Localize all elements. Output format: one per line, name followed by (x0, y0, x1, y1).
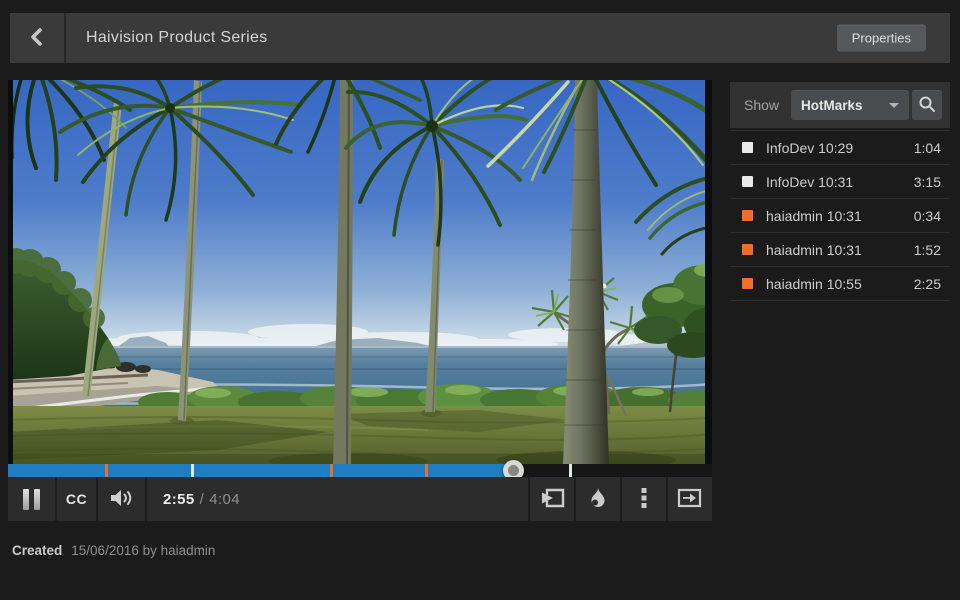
top-toolbar: Haivision Product Series Properties (10, 13, 950, 63)
show-label: Show (744, 97, 779, 113)
seek-hotmark-tick (425, 464, 428, 477)
created-value: 15/06/2016 by haiadmin (71, 543, 215, 558)
letterbox-right (705, 80, 712, 465)
search-icon (918, 95, 936, 116)
arrow-in-box-icon (677, 486, 703, 513)
volume-button[interactable] (98, 477, 147, 521)
seek-hotmark-tick (330, 464, 333, 477)
seek-bar[interactable] (8, 464, 712, 477)
more-options-button[interactable] (620, 477, 666, 521)
player-controls: CC 2:55 / 4:04 (8, 477, 712, 521)
hotmark-row[interactable]: haiadmin 10:55 2:25 (730, 267, 950, 301)
hotmark-label: InfoDev 10:29 (766, 140, 853, 156)
hotmarks-sidebar: Show HotMarks InfoDev 10:29 1:04 InfoDev… (730, 82, 950, 301)
back-button[interactable] (10, 13, 66, 63)
filter-dropdown[interactable]: HotMarks (791, 90, 909, 120)
hotmark-row[interactable]: haiadmin 10:31 0:34 (730, 199, 950, 233)
hotmark-time: 2:25 (914, 276, 941, 292)
send-to-icon (539, 486, 565, 513)
video-player: CC 2:55 / 4:04 (8, 80, 712, 521)
seek-hotmark-tick (191, 464, 194, 477)
hotmark-label: InfoDev 10:31 (766, 174, 853, 190)
cc-icon: CC (66, 491, 87, 507)
search-button[interactable] (912, 90, 942, 120)
seek-hotmark-tick (105, 464, 108, 477)
hotmark-marker-icon (742, 278, 753, 289)
share-button[interactable] (528, 477, 574, 521)
time-display: 2:55 / 4:04 (147, 477, 240, 521)
hotmark-list: InfoDev 10:29 1:04 InfoDev 10:31 3:15 ha… (730, 130, 950, 301)
hotmark-label: haiadmin 10:31 (766, 242, 862, 258)
total-duration: 4:04 (209, 491, 240, 508)
vertical-dots-icon (640, 486, 648, 513)
metadata-footer: Created 15/06/2016 by haiadmin (12, 543, 215, 558)
filter-panel: Show HotMarks (730, 82, 950, 128)
hotmark-row[interactable]: haiadmin 10:31 1:52 (730, 233, 950, 267)
pause-icon (23, 489, 40, 510)
time-separator: / (200, 491, 205, 508)
current-time: 2:55 (163, 491, 195, 508)
seek-progress (8, 464, 513, 477)
flame-icon (586, 486, 610, 513)
page-title: Haivision Product Series (86, 29, 268, 47)
hotmark-row[interactable]: InfoDev 10:29 1:04 (730, 131, 950, 165)
hotmark-row[interactable]: InfoDev 10:31 3:15 (730, 165, 950, 199)
closed-captions-button[interactable]: CC (57, 477, 98, 521)
hotmark-time: 3:15 (914, 174, 941, 190)
controls-spacer (240, 477, 528, 521)
hotmark-marker-icon (742, 176, 753, 187)
hotmark-label: haiadmin 10:31 (766, 208, 862, 224)
hotmark-time: 0:34 (914, 208, 941, 224)
seek-hotmark-tick (569, 464, 572, 477)
hotmark-time: 1:04 (914, 140, 941, 156)
properties-button[interactable]: Properties (837, 25, 926, 52)
hotmark-label: haiadmin 10:55 (766, 276, 862, 292)
created-label: Created (12, 543, 62, 558)
caret-down-icon (889, 103, 899, 108)
hotmark-marker-icon (742, 210, 753, 221)
pause-button[interactable] (8, 477, 57, 521)
hotmark-marker-icon (742, 142, 753, 153)
filter-dropdown-value: HotMarks (801, 98, 863, 113)
hotmark-time: 1:52 (914, 242, 941, 258)
hotmark-button[interactable] (574, 477, 620, 521)
chevron-left-icon (26, 25, 48, 52)
video-frame[interactable] (8, 80, 712, 465)
panel-toggle-button[interactable] (666, 477, 712, 521)
letterbox-left (8, 80, 13, 465)
speaker-icon (108, 487, 135, 512)
hotmark-marker-icon (742, 244, 753, 255)
